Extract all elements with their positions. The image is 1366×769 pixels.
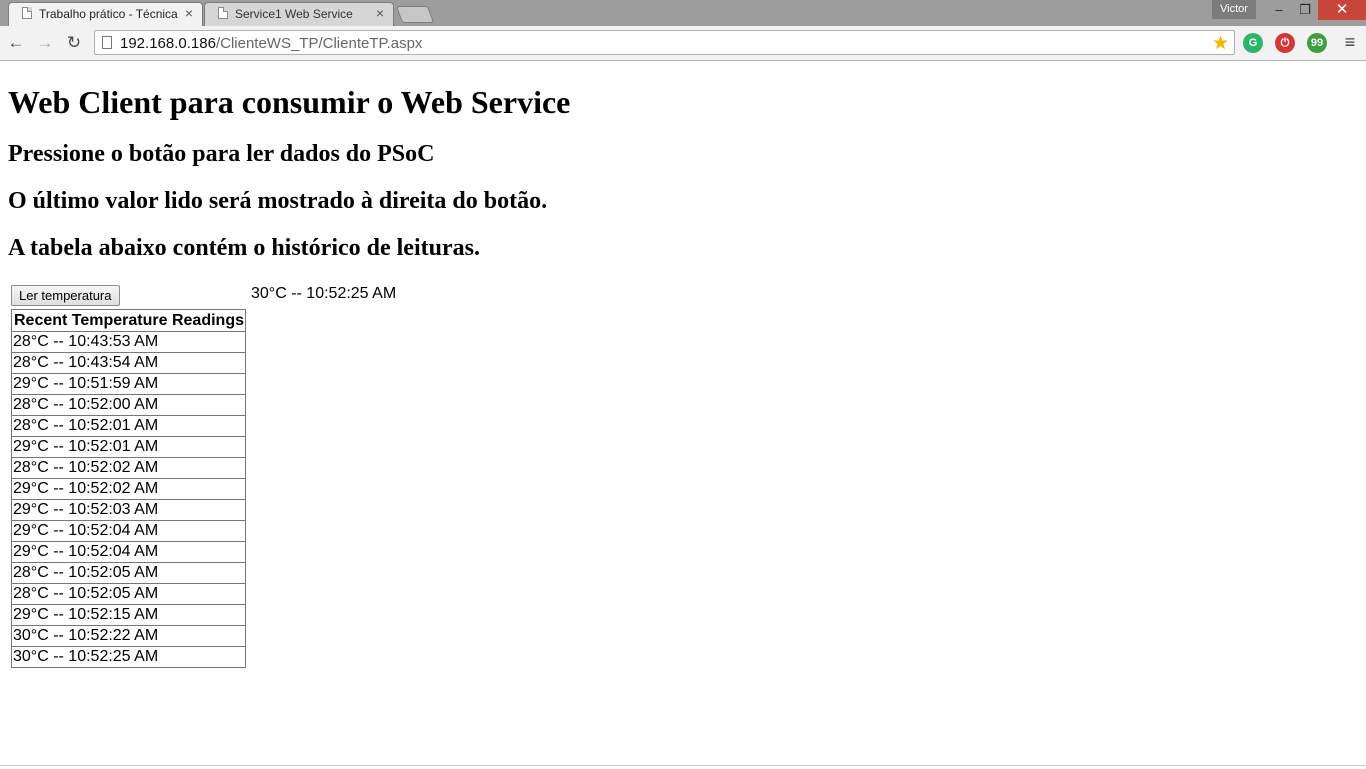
reading-cell: 29°C -- 10:52:15 AM (11, 604, 246, 626)
table-row: 29°C -- 10:52:15 AM (11, 604, 246, 626)
table-header-row: Recent Temperature Readings (11, 309, 246, 332)
tab-trabalho-pratico[interactable]: Trabalho prático - Técnica × (8, 2, 203, 26)
url-path: /ClienteWS_TP/ClienteTP.aspx (215, 35, 423, 52)
instruction-heading: A tabela abaixo contém o histórico de le… (8, 235, 480, 261)
forward-arrow-icon[interactable]: → (35, 33, 55, 53)
minimize-icon[interactable]: – (1266, 0, 1292, 20)
reading-cell: 28°C -- 10:52:05 AM (11, 562, 246, 584)
read-temperature-button[interactable]: Ler temperatura (11, 285, 120, 306)
page-icon (218, 7, 228, 19)
instruction-heading: Pressione o botão para ler dados do PSoC (8, 141, 435, 167)
table-row: 28°C -- 10:52:01 AM (11, 415, 246, 437)
reload-icon[interactable]: ↻ (64, 33, 84, 53)
readings-table: Recent Temperature Readings 28°C -- 10:4… (11, 309, 246, 668)
table-row: 28°C -- 10:52:05 AM (11, 562, 246, 584)
table-row: 30°C -- 10:52:25 AM (11, 646, 246, 668)
tab-strip: Trabalho prático - Técnica × Service1 We… (0, 0, 1366, 26)
reading-cell: 28°C -- 10:52:00 AM (11, 394, 246, 416)
address-url: 192.168.0.186/ClienteWS_TP/ClienteTP.asp… (120, 35, 422, 52)
page-content: Web Client para consumir o Web Service P… (0, 61, 1366, 768)
reading-cell: 28°C -- 10:52:01 AM (11, 415, 246, 437)
restore-icon[interactable]: ❐ (1292, 0, 1318, 20)
close-window-icon[interactable]: ✕ (1318, 0, 1366, 20)
table-row: 29°C -- 10:52:02 AM (11, 478, 246, 500)
table-row: 28°C -- 10:43:54 AM (11, 352, 246, 374)
reading-cell: 29°C -- 10:51:59 AM (11, 373, 246, 395)
page-icon (22, 7, 32, 19)
menu-icon[interactable]: ≡ (1340, 33, 1360, 53)
url-host: 192.168.0.186 (120, 35, 216, 52)
reading-cell: 29°C -- 10:52:01 AM (11, 436, 246, 458)
tab-service1[interactable]: Service1 Web Service × (204, 2, 394, 26)
browser-toolbar: ← → ↻ 192.168.0.186/ClienteWS_TP/Cliente… (0, 26, 1366, 61)
profile-button[interactable]: Victor (1212, 0, 1256, 19)
table-row: 29°C -- 10:52:03 AM (11, 499, 246, 521)
address-bar[interactable]: 192.168.0.186/ClienteWS_TP/ClienteTP.asp… (94, 30, 1235, 55)
bookmark-star-icon[interactable]: ★ (1212, 32, 1229, 55)
extension-icon[interactable]: ⏻ (1275, 33, 1295, 53)
window-bottom-edge (0, 765, 1366, 769)
table-row: 28°C -- 10:43:53 AM (11, 331, 246, 353)
page-title: Web Client para consumir o Web Service (8, 84, 571, 120)
table-row: 30°C -- 10:52:22 AM (11, 625, 246, 647)
extension-icon[interactable]: G (1243, 33, 1263, 53)
reading-cell: 29°C -- 10:52:02 AM (11, 478, 246, 500)
table-row: 28°C -- 10:52:00 AM (11, 394, 246, 416)
tab-title: Trabalho prático - Técnica (39, 7, 178, 21)
table-row: 29°C -- 10:51:59 AM (11, 373, 246, 395)
last-reading-value: 30°C -- 10:52:25 AM (251, 285, 397, 302)
instruction-heading: O último valor lido será mostrado à dire… (8, 188, 548, 214)
back-arrow-icon[interactable]: ← (6, 33, 26, 53)
extension-icon[interactable]: 99 (1307, 33, 1327, 53)
reading-cell: 28°C -- 10:43:54 AM (11, 352, 246, 374)
reading-cell: 30°C -- 10:52:25 AM (11, 646, 246, 668)
reading-cell: 29°C -- 10:52:04 AM (11, 520, 246, 542)
table-header: Recent Temperature Readings (11, 309, 246, 332)
reading-cell: 29°C -- 10:52:03 AM (11, 499, 246, 521)
table-row: 29°C -- 10:52:01 AM (11, 436, 246, 458)
reading-cell: 30°C -- 10:52:22 AM (11, 625, 246, 647)
table-row: 28°C -- 10:52:05 AM (11, 583, 246, 605)
new-tab-button[interactable] (395, 6, 435, 23)
reading-cell: 28°C -- 10:43:53 AM (11, 331, 246, 353)
table-row: 29°C -- 10:52:04 AM (11, 520, 246, 542)
close-tab-icon[interactable]: × (185, 5, 193, 21)
reading-cell: 28°C -- 10:52:05 AM (11, 583, 246, 605)
close-tab-icon[interactable]: × (376, 5, 384, 21)
table-row: 28°C -- 10:52:02 AM (11, 457, 246, 479)
reading-cell: 28°C -- 10:52:02 AM (11, 457, 246, 479)
reading-cell: 29°C -- 10:52:04 AM (11, 541, 246, 563)
page-icon (102, 36, 112, 49)
tab-title: Service1 Web Service (235, 7, 353, 21)
table-row: 29°C -- 10:52:04 AM (11, 541, 246, 563)
